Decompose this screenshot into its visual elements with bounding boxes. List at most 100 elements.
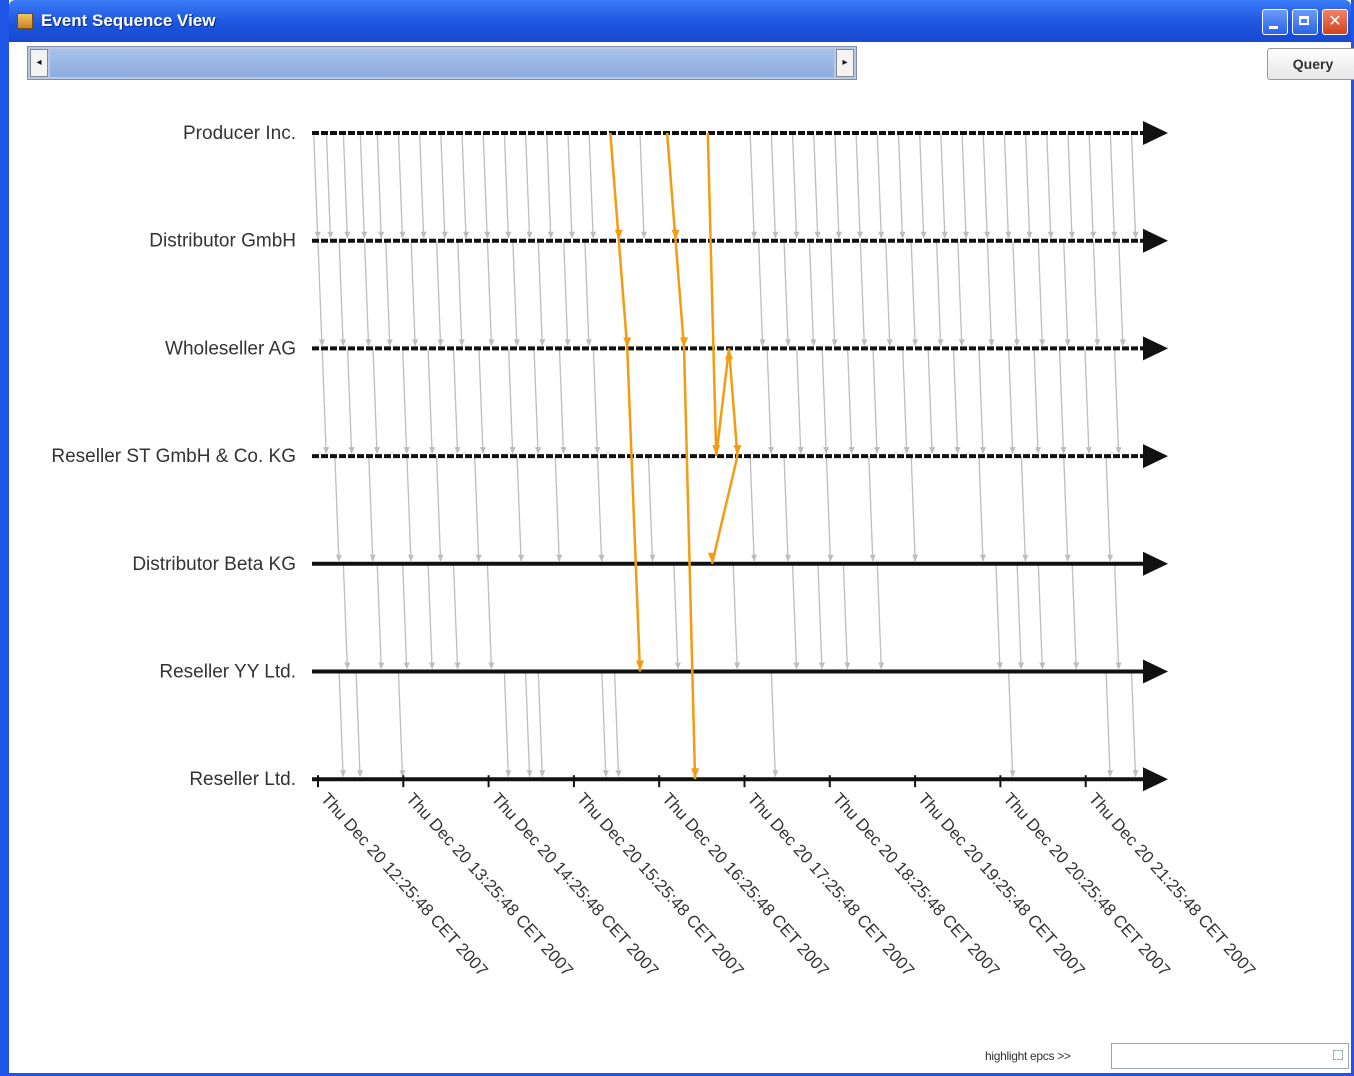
event-arrowhead [785, 554, 792, 562]
event-line [855, 132, 861, 238]
event-arrowhead [984, 231, 991, 239]
event-line [927, 348, 933, 454]
event-line [749, 132, 755, 238]
highlight-line [715, 348, 731, 457]
lane-arrowhead [1143, 659, 1168, 684]
event-arrowhead [365, 339, 372, 347]
time-tick-label: Thu Dec 20 17:25:48 CET 2007 [744, 789, 919, 980]
event-line [558, 348, 565, 454]
event-arrowhead [1111, 231, 1118, 239]
event-line [770, 132, 776, 238]
event-line [537, 240, 543, 346]
event-line [647, 456, 654, 561]
event-arrowhead [327, 231, 334, 239]
event-arrowhead [374, 447, 381, 455]
event-arrowhead [963, 231, 970, 239]
highlight-arrowhead [635, 660, 644, 671]
time-tick-label: Thu Dec 20 14:25:48 CET 2007 [488, 789, 663, 980]
event-line [872, 348, 878, 454]
event-arrowhead [488, 662, 495, 670]
highlight-line [609, 132, 621, 241]
time-tick-label: Thu Dec 20 20:25:48 CET 2007 [999, 789, 1174, 980]
event-arrowhead [848, 447, 855, 455]
event-line [813, 132, 819, 238]
event-line [1109, 132, 1115, 238]
event-arrowhead [988, 339, 995, 347]
event-line [961, 132, 967, 238]
event-arrowhead [814, 231, 821, 239]
event-line [902, 348, 908, 454]
highlight-arrowhead [733, 445, 742, 456]
event-line [1063, 456, 1069, 561]
event-line [919, 132, 925, 238]
event-arrowhead [857, 231, 864, 239]
event-line [363, 240, 370, 346]
event-arrowhead [535, 447, 542, 455]
event-line [435, 456, 442, 561]
event-line [817, 563, 823, 669]
event-line [397, 671, 404, 777]
event-arrowhead [869, 554, 876, 562]
event-arrowhead [785, 339, 792, 347]
event-arrowhead [568, 231, 575, 239]
event-line [673, 563, 679, 669]
lane-arrowhead [1143, 444, 1168, 469]
event-arrowhead [1064, 339, 1071, 347]
event-arrowhead [793, 662, 800, 670]
event-arrowhead [602, 770, 609, 778]
highlight-arrowhead [614, 229, 623, 240]
resize-grip-icon [1333, 1050, 1343, 1060]
event-line [783, 240, 789, 346]
event-arrowhead [979, 554, 986, 562]
event-line [1071, 563, 1077, 669]
time-tick-label: Thu Dec 20 13:25:48 CET 2007 [402, 789, 577, 980]
event-arrowhead [1060, 447, 1067, 455]
event-arrowhead [844, 662, 851, 670]
event-arrowhead [420, 231, 427, 239]
event-line [410, 240, 416, 346]
event-arrowhead [335, 554, 342, 562]
event-arrowhead [488, 339, 495, 347]
event-line [359, 132, 365, 238]
event-line [385, 240, 391, 346]
event-line [1130, 671, 1137, 777]
highlight-line [727, 348, 739, 457]
event-line [325, 132, 332, 238]
event-line [503, 671, 510, 777]
event-arrowhead [937, 339, 944, 347]
event-arrowhead [590, 231, 597, 239]
event-arrowhead [899, 231, 906, 239]
event-line [1058, 348, 1065, 454]
event-arrowhead [674, 662, 681, 670]
event-arrowhead [369, 554, 376, 562]
event-line [876, 132, 882, 238]
event-arrowhead [835, 231, 842, 239]
lane-label: Wholeseller AG [165, 338, 296, 359]
event-arrowhead [479, 447, 486, 455]
event-arrowhead [412, 339, 419, 347]
event-line [372, 348, 378, 454]
event-line [334, 456, 340, 561]
event-line [1037, 563, 1043, 669]
event-arrowhead [861, 339, 868, 347]
event-line [639, 132, 645, 238]
highlight-line [674, 240, 686, 349]
event-line [910, 240, 916, 346]
event-arrowhead [1026, 231, 1033, 239]
event-line [1118, 240, 1124, 346]
event-arrowhead [929, 447, 936, 455]
event-arrowhead [314, 231, 321, 239]
event-arrowhead [878, 231, 885, 239]
time-tick-label: Thu Dec 20 18:25:48 CET 2007 [829, 789, 1004, 980]
event-arrowhead [1013, 339, 1020, 347]
event-line [452, 348, 459, 454]
event-line [830, 240, 836, 346]
event-arrowhead [1115, 447, 1122, 455]
event-line [1092, 240, 1099, 346]
event-line [876, 563, 882, 669]
event-arrowhead [403, 447, 410, 455]
highlight-arrowhead [623, 337, 632, 348]
highlight-epcs-input[interactable] [1111, 1043, 1349, 1069]
event-arrowhead [1064, 554, 1071, 562]
event-arrowhead [526, 770, 533, 778]
